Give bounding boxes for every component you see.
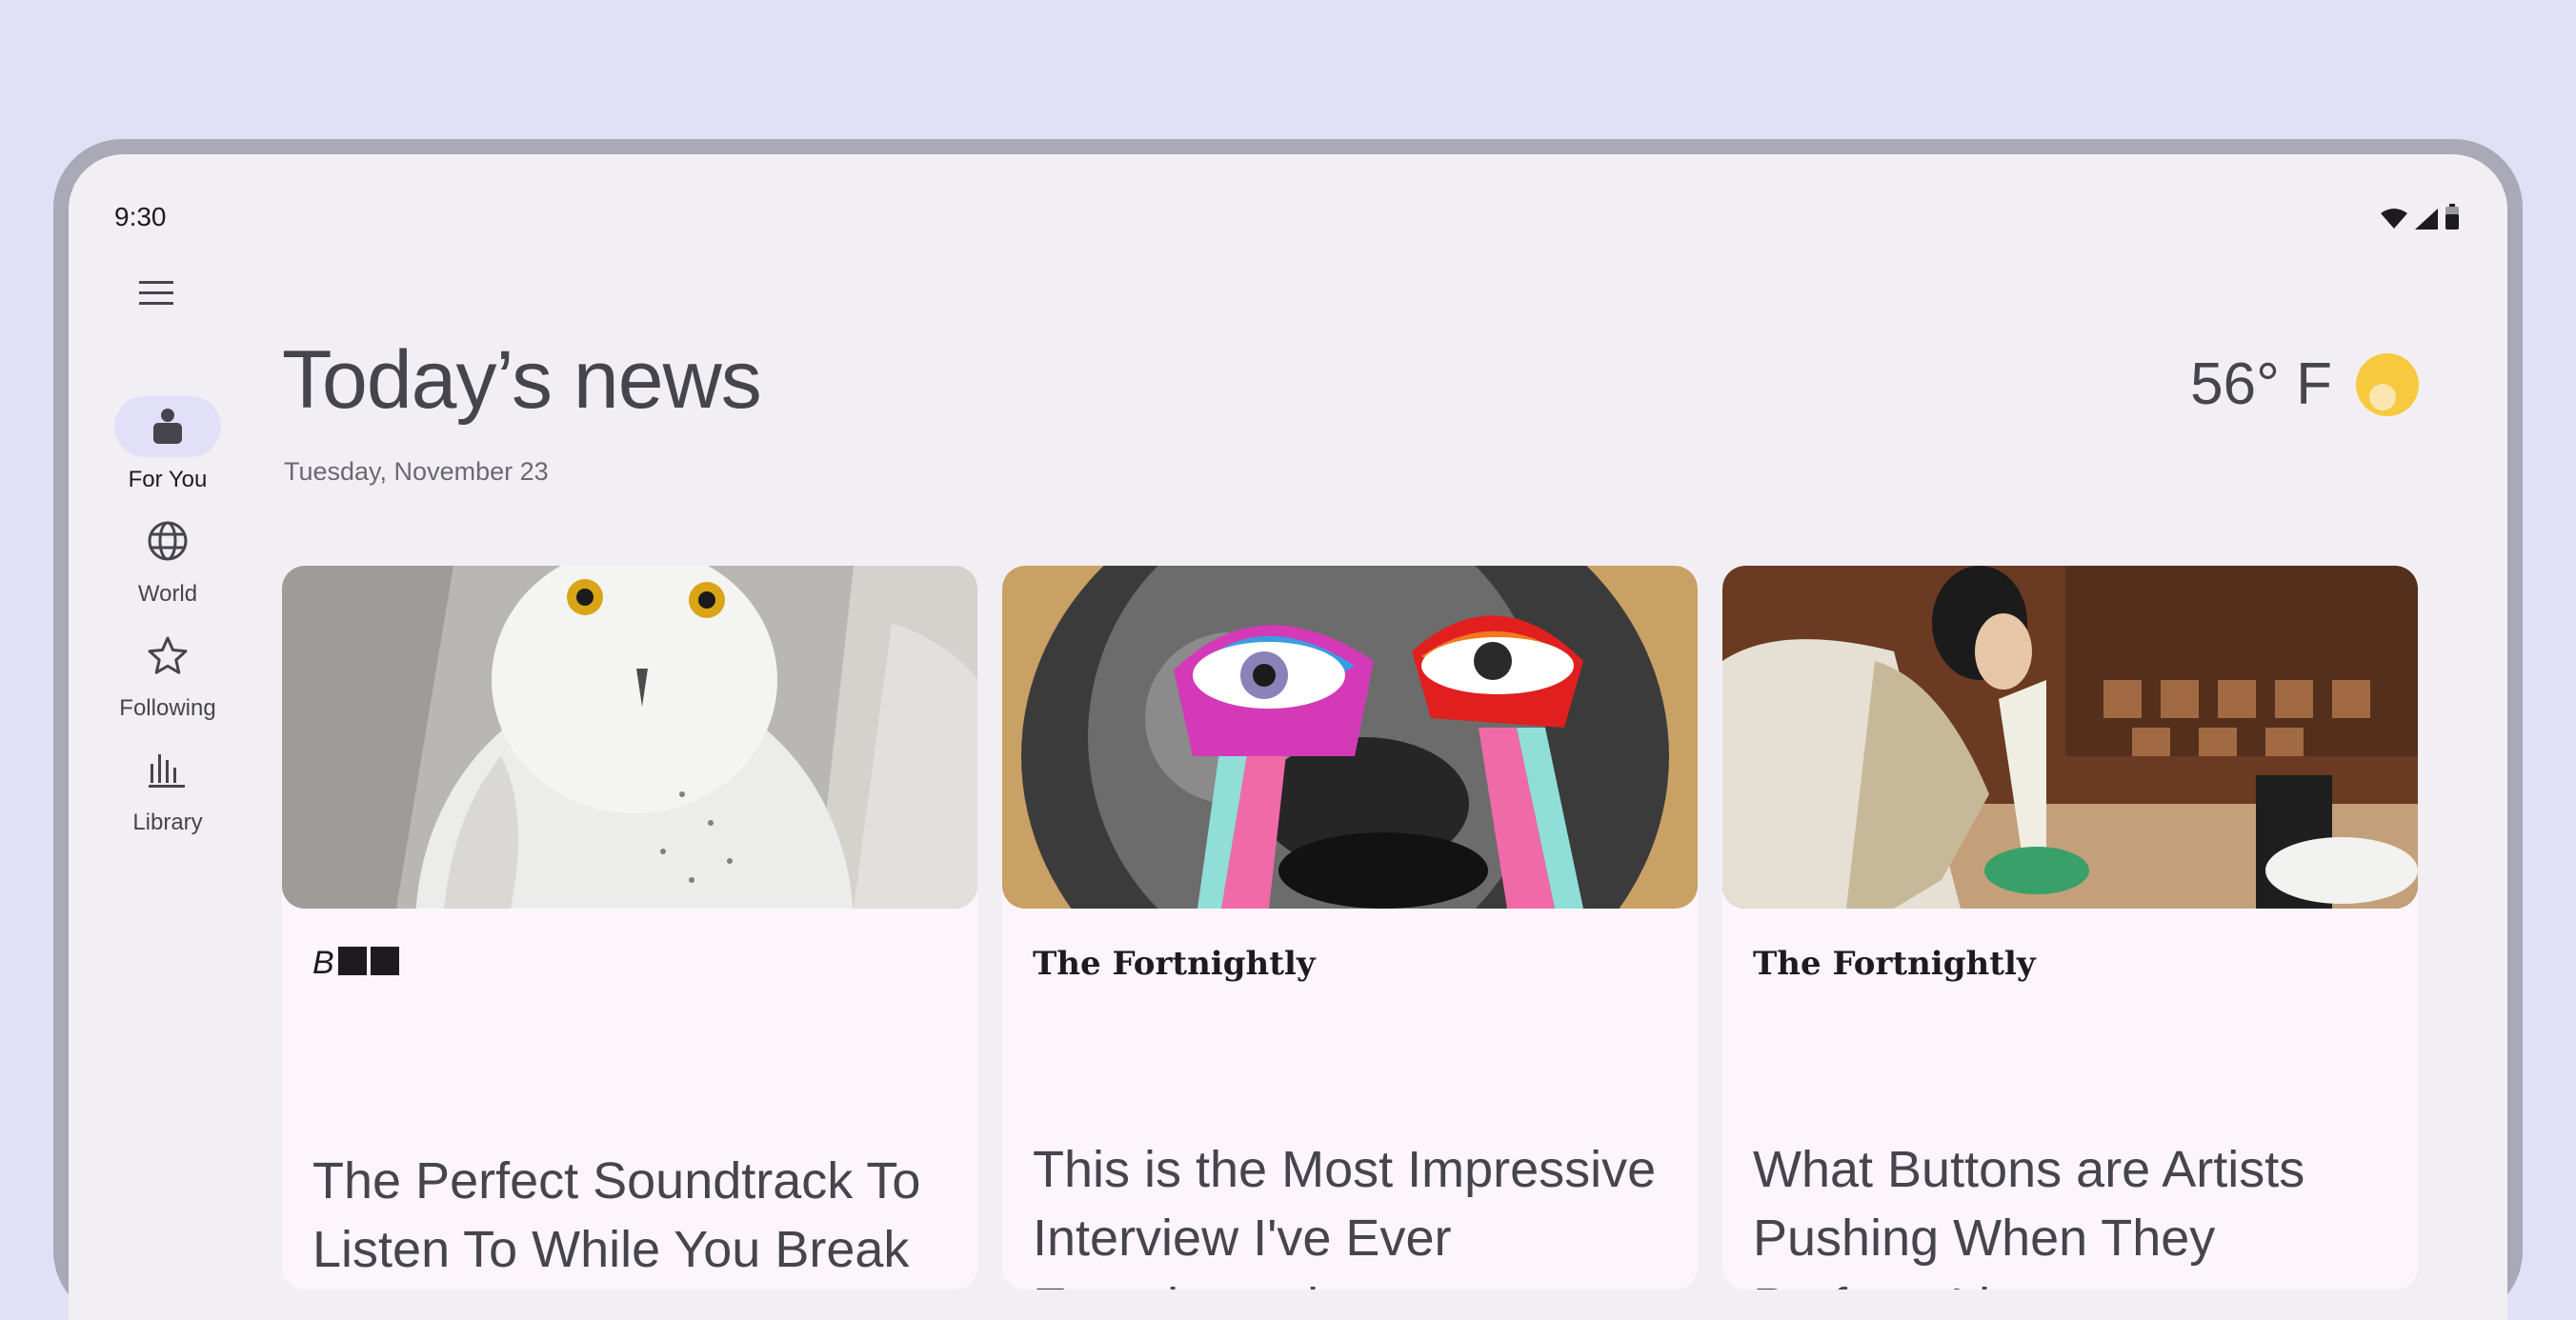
library-icon	[149, 754, 185, 788]
for-you-icon	[153, 409, 182, 444]
menu-icon	[139, 281, 173, 305]
page-date: Tuesday, November 23	[284, 457, 549, 486]
screen: 9:30 For You World Following Library Tod…	[69, 154, 2507, 1320]
page-title: Today’s news	[282, 334, 762, 426]
article-source: B	[312, 945, 399, 982]
article-image-collage	[1002, 566, 1698, 909]
nav-label-following: Following	[119, 695, 216, 721]
weather-temperature: 56° F	[2190, 351, 2332, 417]
nav-item-following[interactable]: Following	[69, 625, 267, 722]
menu-button[interactable]	[130, 267, 183, 320]
article-image-owl	[282, 566, 977, 909]
battery-icon	[2445, 204, 2459, 230]
news-card[interactable]: The Fortnightly What Buttons are Artists…	[1722, 566, 2418, 1290]
active-indicator	[114, 396, 221, 457]
sun-icon	[2356, 352, 2419, 416]
news-card[interactable]: B The Perfect Soundtrack To Listen To Wh…	[282, 566, 977, 1290]
star-icon	[148, 636, 188, 674]
globe-icon	[148, 521, 188, 561]
nav-item-for-you[interactable]: For You	[69, 396, 267, 493]
article-title: The Perfect Soundtrack To Listen To Whil…	[312, 1152, 921, 1278]
nav-item-world[interactable]: World	[69, 510, 267, 608]
article-source: The Fortnightly	[1033, 945, 1316, 983]
nav-label-world: World	[137, 581, 198, 607]
status-icons	[2380, 204, 2460, 230]
wifi-icon	[2381, 209, 2407, 229]
weather-widget: 56° F	[2190, 350, 2420, 418]
nav-label-for-you: For You	[128, 467, 208, 492]
nav-item-library[interactable]: Library	[69, 739, 267, 836]
tablet-frame: 9:30 For You World Following Library Tod…	[53, 139, 2523, 1320]
article-title: What Buttons are Artists Pushing When Th…	[1753, 1141, 2305, 1290]
article-source: The Fortnightly	[1753, 945, 2036, 983]
article-title: This is the Most Impressive Interview I'…	[1033, 1141, 1657, 1290]
nav-label-library: Library	[132, 810, 203, 835]
signal-icon	[2415, 209, 2438, 230]
news-card[interactable]: The Fortnightly This is the Most Impress…	[1002, 566, 1698, 1290]
article-image-pastry	[1722, 566, 2418, 909]
status-time: 9:30	[114, 202, 167, 231]
